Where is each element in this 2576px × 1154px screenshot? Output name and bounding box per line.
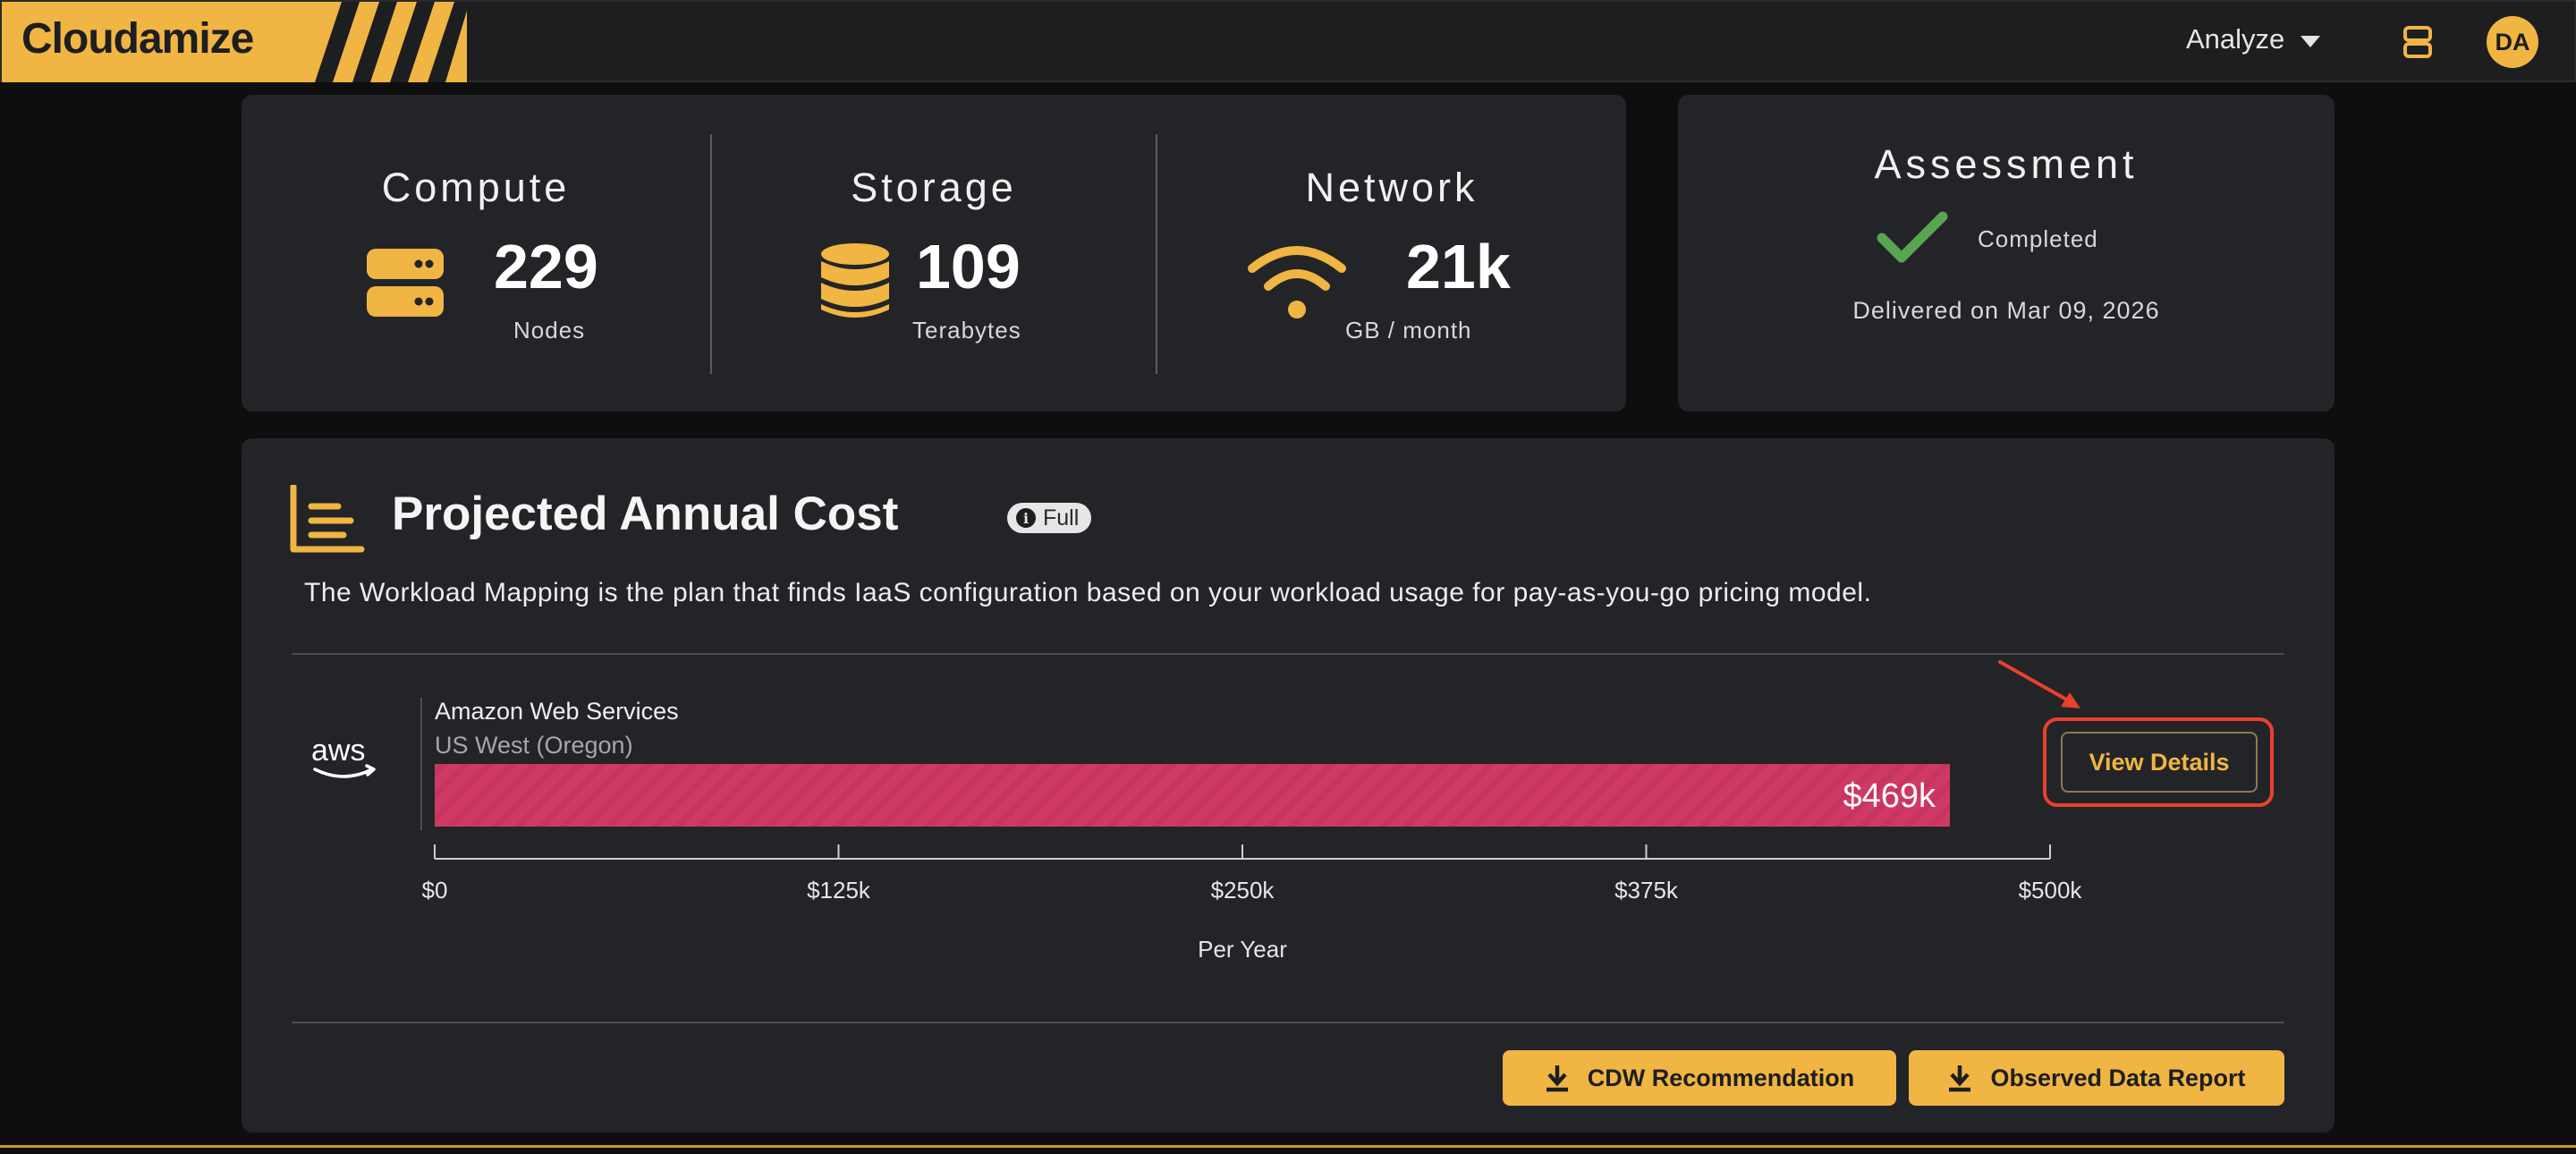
cost-bar xyxy=(435,764,1951,827)
logo-text: Cloudamize xyxy=(21,15,254,63)
x-tick-label: $250k xyxy=(1211,877,1275,904)
annotation-arrow-icon xyxy=(1998,660,2080,709)
checkmark-icon xyxy=(1877,211,1948,263)
storage-unit: Terabytes xyxy=(912,317,1021,344)
compute-unit: Nodes xyxy=(513,317,586,344)
storage-value: 109 xyxy=(916,232,1021,301)
x-tick-label: $125k xyxy=(807,877,871,904)
section-divider xyxy=(292,1022,2284,1023)
x-tick-label: $500k xyxy=(2019,877,2083,904)
storage-title: Storage xyxy=(851,165,1017,210)
network-value: 21k xyxy=(1406,232,1511,301)
server-icon xyxy=(367,249,444,317)
logo[interactable]: Cloudamize xyxy=(2,2,467,82)
top-navigation-bar: Cloudamize Analyze DA xyxy=(0,0,2576,82)
view-details-button[interactable]: View Details xyxy=(2061,732,2258,793)
compute-value: 229 xyxy=(494,232,598,301)
cdw-recommendation-label: CDW Recommendation xyxy=(1587,1064,1855,1091)
storage-metric: Storage 109 Terabytes xyxy=(712,95,1156,412)
resource-summary-card: Compute 229 Nodes Storage 109 Terabytes … xyxy=(242,95,1626,412)
network-metric: Network 21k GB / month xyxy=(1157,95,1626,412)
x-tick-label: $375k xyxy=(1614,877,1679,904)
user-avatar[interactable]: DA xyxy=(2487,16,2538,68)
assessment-delivered-date: Delivered on Mar 09, 2026 xyxy=(1852,297,2160,324)
compute-title: Compute xyxy=(381,165,571,210)
projected-cost-card: Projected Annual Cost i Full The Workloa… xyxy=(242,438,2334,1133)
caret-down-icon xyxy=(2301,35,2321,47)
wifi-icon xyxy=(1248,246,1346,318)
network-title: Network xyxy=(1305,165,1479,210)
assessment-card: Assessment Completed Delivered on Mar 09… xyxy=(1678,95,2334,412)
logo-stripes-icon xyxy=(315,2,467,82)
observed-data-report-label: Observed Data Report xyxy=(1990,1064,2246,1091)
cdw-recommendation-button[interactable]: CDW Recommendation xyxy=(1503,1050,1896,1106)
cost-bar-label: $469k xyxy=(1843,777,1936,815)
observed-data-report-button[interactable]: Observed Data Report xyxy=(1909,1050,2284,1106)
assessment-title: Assessment xyxy=(1874,141,2139,187)
bottom-accent-line xyxy=(0,1145,2576,1148)
server-stack-icon[interactable] xyxy=(2402,25,2433,59)
database-icon xyxy=(821,243,889,318)
x-tick-label: $0 xyxy=(422,877,448,904)
download-icon xyxy=(1546,1065,1568,1092)
download-icon xyxy=(1949,1065,1971,1092)
analyze-menu[interactable]: Analyze xyxy=(2186,23,2321,55)
analyze-menu-label: Analyze xyxy=(2186,23,2285,55)
x-axis-title: Per Year xyxy=(1198,936,1287,963)
compute-metric: Compute 229 Nodes xyxy=(242,95,710,412)
network-unit: GB / month xyxy=(1345,317,1472,344)
projected-cost-chart: $469k $0 $125k $250k $375k $500k Per Year xyxy=(422,764,2083,963)
assessment-status: Completed xyxy=(1978,225,2098,252)
